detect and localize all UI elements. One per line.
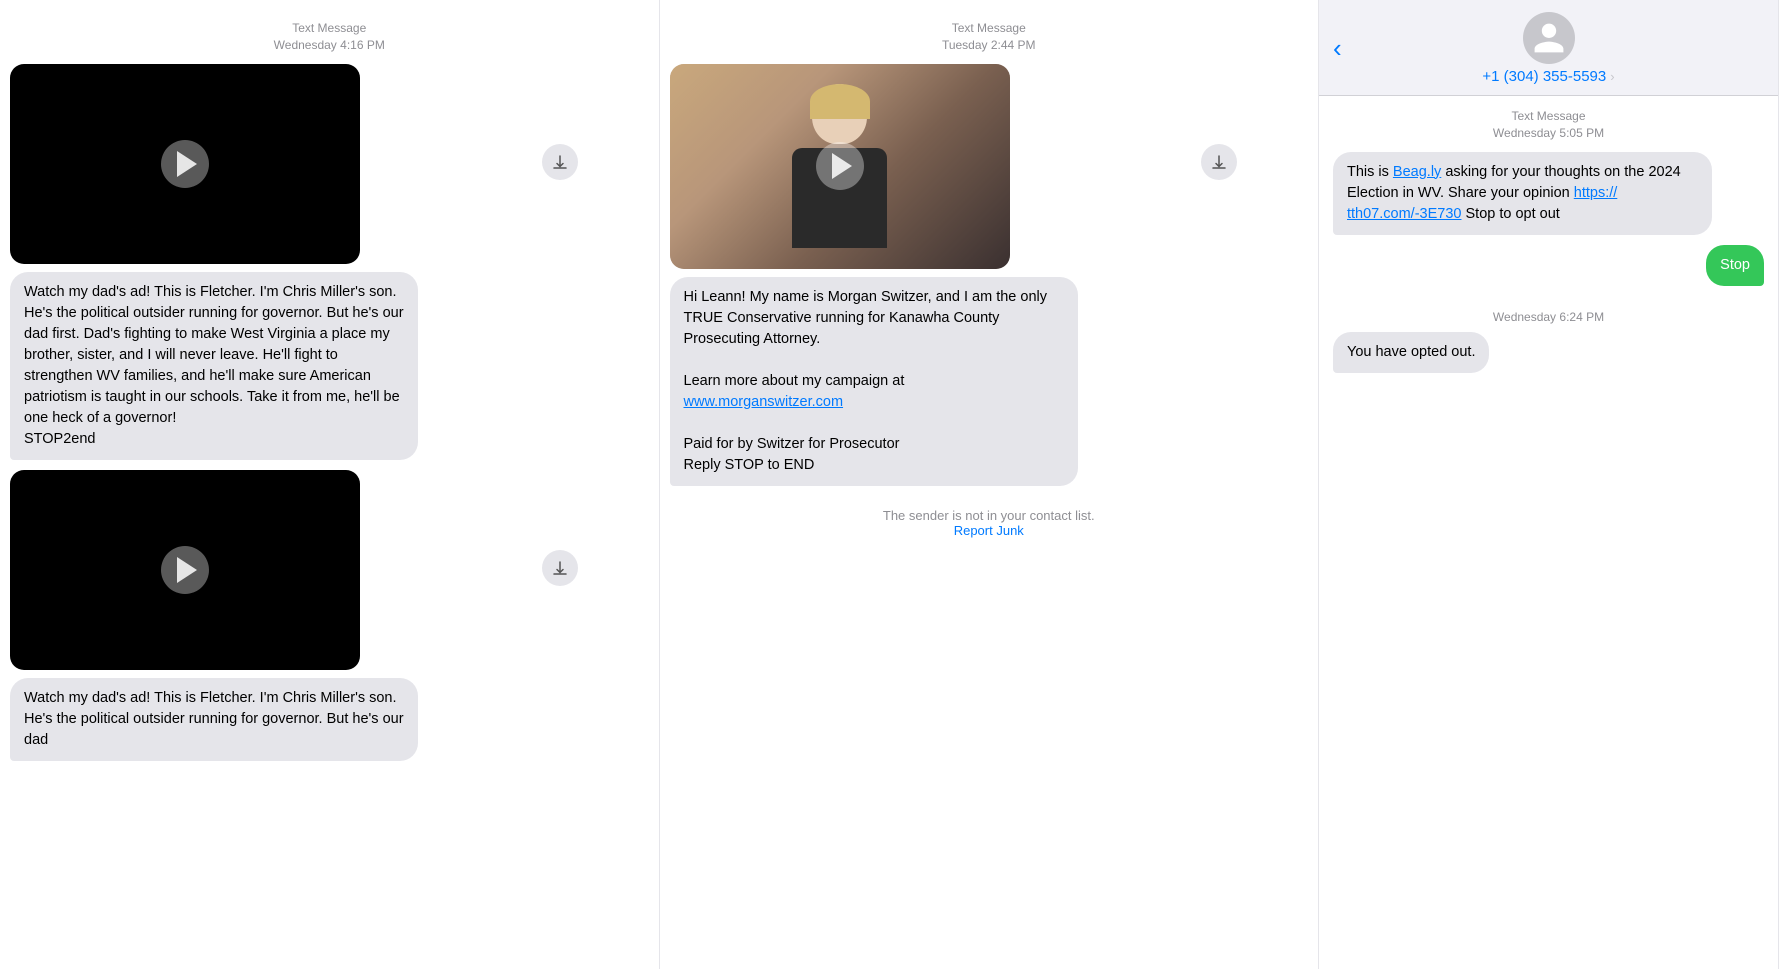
- panel2-video-col: Hi Leann! My name is Morgan Switzer, and…: [670, 64, 1194, 486]
- person-hair: [810, 84, 870, 119]
- panel3-bubble-1: This is Beag.ly asking for your thoughts…: [1333, 152, 1712, 235]
- panel1-video-thumb-2[interactable]: [10, 470, 360, 670]
- panel1-video-msg-1: Watch my dad's ad! This is Fletcher. I'm…: [10, 64, 649, 460]
- panel1-video-col-2: Watch my dad's ad! This is Fletcher. I'm…: [10, 470, 534, 761]
- panel2-video-msg: Hi Leann! My name is Morgan Switzer, and…: [670, 64, 1309, 486]
- play-button-3[interactable]: [816, 142, 864, 190]
- panel3-header: ‹ +1 (304) 355-5593 ›: [1319, 0, 1778, 96]
- panel1-video-thumb-1[interactable]: [10, 64, 360, 264]
- panel3-msg-3-row: You have opted out.: [1333, 332, 1764, 373]
- panel1-time-header: Text Message Wednesday 4:16 PM: [274, 20, 385, 54]
- download-icon-1: [551, 153, 569, 171]
- person-icon: [1531, 20, 1567, 56]
- panel2-bubble: Hi Leann! My name is Morgan Switzer, and…: [670, 277, 1078, 486]
- panel2-time-header: Text Message Tuesday 2:44 PM: [942, 20, 1036, 54]
- panel1-download-btn-1[interactable]: [542, 144, 578, 180]
- panel1-download-btn-2[interactable]: [542, 550, 578, 586]
- contact-avatar: [1523, 12, 1575, 64]
- panel3-opted-out-time: Wednesday 6:24 PM: [1333, 310, 1764, 324]
- panel1-video-col-1: Watch my dad's ad! This is Fletcher. I'm…: [10, 64, 534, 460]
- panel-1: Text Message Wednesday 4:16 PM Watch my …: [0, 0, 660, 969]
- beagly-link[interactable]: Beag.ly: [1393, 164, 1441, 180]
- panel1-bubble-1: Watch my dad's ad! This is Fletcher. I'm…: [10, 272, 418, 460]
- panel1-bubble-2: Watch my dad's ad! This is Fletcher. I'm…: [10, 678, 418, 761]
- back-button[interactable]: ‹: [1333, 35, 1342, 61]
- panel-2: Text Message Tuesday 2:44 PM Hi Leann! M…: [660, 0, 1320, 969]
- panel3-messages: Text Message Wednesday 5:05 PM This is B…: [1319, 96, 1778, 969]
- panel3-msg-2-row: Stop: [1333, 245, 1764, 286]
- panel2-download-btn[interactable]: [1201, 144, 1237, 180]
- panel3-msg-1-row: This is Beag.ly asking for your thoughts…: [1333, 152, 1764, 235]
- report-junk-btn[interactable]: Report Junk: [883, 523, 1095, 538]
- morgan-switzer-link[interactable]: www.morganswitzer.com: [684, 394, 844, 410]
- chevron-right-icon: ›: [1610, 69, 1614, 84]
- download-icon-2: [551, 559, 569, 577]
- panel1-video-msg-2: Watch my dad's ad! This is Fletcher. I'm…: [10, 470, 649, 761]
- panel2-video-thumb[interactable]: [670, 64, 1010, 269]
- panel3-bubble-opted-out: You have opted out.: [1333, 332, 1489, 373]
- panel2-junk-notice: The sender is not in your contact list. …: [883, 508, 1095, 538]
- panel3-time-header: Text Message Wednesday 5:05 PM: [1333, 108, 1764, 142]
- panel3-bubble-stop: Stop: [1706, 245, 1764, 286]
- junk-notice-text: The sender is not in your contact list.: [883, 508, 1095, 523]
- download-icon-3: [1210, 153, 1228, 171]
- play-button-2[interactable]: [161, 546, 209, 594]
- panel-3: ‹ +1 (304) 355-5593 › Text Message Wedne…: [1319, 0, 1779, 969]
- contact-phone[interactable]: +1 (304) 355-5593 ›: [1482, 68, 1614, 85]
- play-button-1[interactable]: [161, 140, 209, 188]
